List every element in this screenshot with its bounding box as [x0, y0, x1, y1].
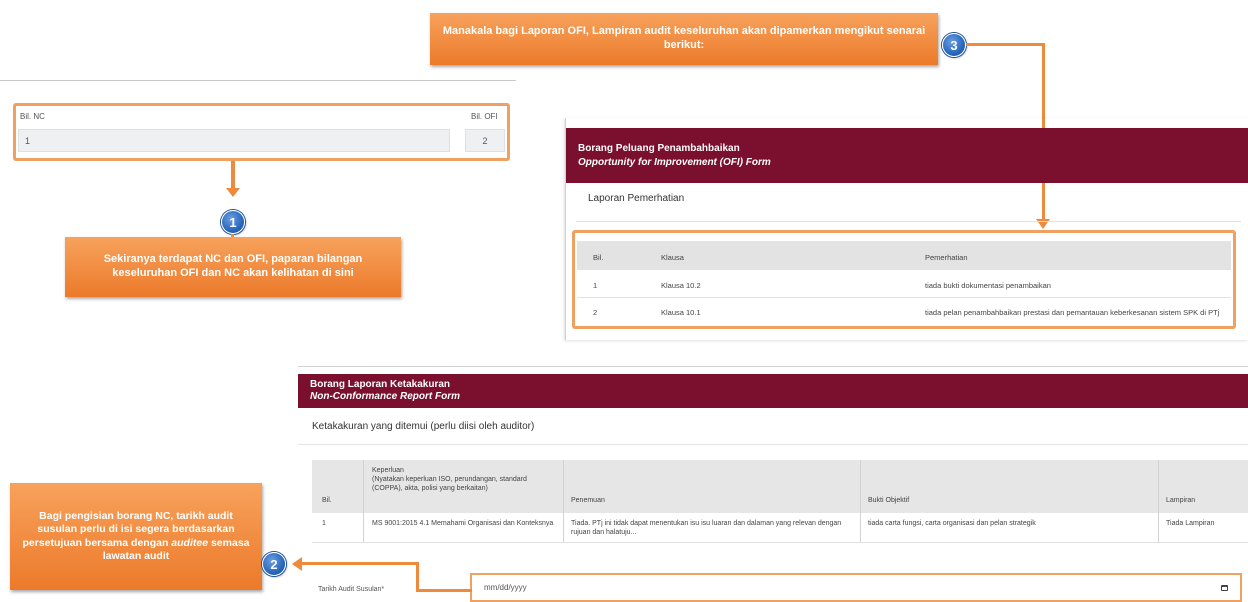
ofi-row1-pemerhatian: tiada bukti dokumentasi penambaikan	[925, 281, 1051, 290]
connector-line	[231, 161, 235, 191]
ofi-section-title: Laporan Pemerhatian	[588, 193, 685, 204]
nc-form-header: Borang Laporan Ketakakuran Non-Conforman…	[298, 374, 1248, 408]
ofi-form-header: Borang Peluang Penambahbaikan Opportunit…	[566, 128, 1248, 183]
callout-1: Sekiranya terdapat NC dan OFI, paparan b…	[65, 237, 401, 297]
nc-form-title: Borang Laporan Ketakakuran	[310, 379, 451, 390]
nc-row-bukti: tiada carta fungsi, carta organisasi dan…	[868, 520, 1036, 527]
connector-line	[301, 562, 418, 565]
divider	[563, 460, 564, 542]
ofi-header-pemerhatian: Pemerhatian	[925, 253, 968, 262]
ofi-row1-klausa: Klausa 10.2	[661, 281, 701, 290]
nc-header-lampiran: Lampiran	[1166, 497, 1196, 504]
divider	[577, 297, 1231, 298]
divider	[298, 444, 1248, 445]
nc-count-label: Bil. NC	[20, 112, 45, 121]
divider	[0, 80, 516, 81]
connector-line	[416, 562, 419, 592]
callout-2: Bagi pengisian borang NC, tarikh audit s…	[10, 483, 262, 590]
nc-row-lampiran: Tiada Lampiran	[1166, 520, 1215, 527]
ofi-row2-klausa: Klausa 10.1	[661, 308, 701, 317]
date-label: Tarikh Audit Susulan*	[318, 586, 385, 593]
nc-count-field[interactable]: 1	[18, 129, 450, 152]
date-placeholder: mm/dd/yyyy	[484, 583, 527, 592]
nc-section-title: Ketakakuran yang ditemui (perlu diisi ol…	[312, 421, 535, 432]
calendar-icon[interactable]	[1221, 584, 1228, 591]
connector-line	[416, 589, 472, 592]
ofi-header-klausa: Klausa	[661, 253, 684, 262]
nc-form-subtitle: Non-Conformance Report Form	[310, 391, 460, 402]
step-badge-3: 3	[942, 33, 966, 57]
divider	[860, 460, 861, 542]
nc-header-bukti: Bukti Objektif	[868, 497, 910, 504]
follow-up-date-input[interactable]: mm/dd/yyyy	[470, 573, 1242, 602]
nc-row-penemuan: Tiada. PTj ini tidak dapat menentukan is…	[571, 520, 842, 537]
ofi-form-subtitle: Opportunity for Improvement (OFI) Form	[578, 157, 771, 168]
ofi-row1-bil: 1	[593, 281, 598, 290]
nc-header-bil: Bil.	[322, 497, 332, 504]
nc-header-keperluan: Keperluan (Nyatakan keperluan ISO, perun…	[372, 467, 527, 492]
ofi-row2-pemerhatian: tiada pelan penambahbaikan prestasi dan …	[925, 308, 1220, 317]
nc-row-bil: 1	[322, 520, 326, 527]
arrow-down-icon	[226, 188, 240, 197]
divider	[298, 366, 1248, 367]
ofi-count-label: Bil. OFI	[471, 112, 498, 121]
ofi-header-bil: Bil.	[593, 253, 604, 262]
divider	[1158, 460, 1159, 542]
nc-row-keperluan: MS 9001:2015 4.1 Memahami Organisasi dan…	[372, 520, 554, 527]
ofi-count-field[interactable]: 2	[465, 129, 505, 152]
divider	[576, 221, 1241, 222]
divider	[312, 542, 1248, 543]
connector-line	[966, 43, 1044, 46]
step-badge-1: 1	[221, 210, 245, 234]
step-badge-2: 2	[262, 552, 286, 576]
ofi-form-title: Borang Peluang Penambahbaikan	[578, 143, 740, 154]
nc-header-penemuan: Penemuan	[571, 497, 605, 504]
ofi-row2-bil: 2	[593, 308, 598, 317]
callout-3: Manakala bagi Laporan OFI, Lampiran audi…	[430, 13, 938, 65]
divider	[363, 460, 364, 542]
